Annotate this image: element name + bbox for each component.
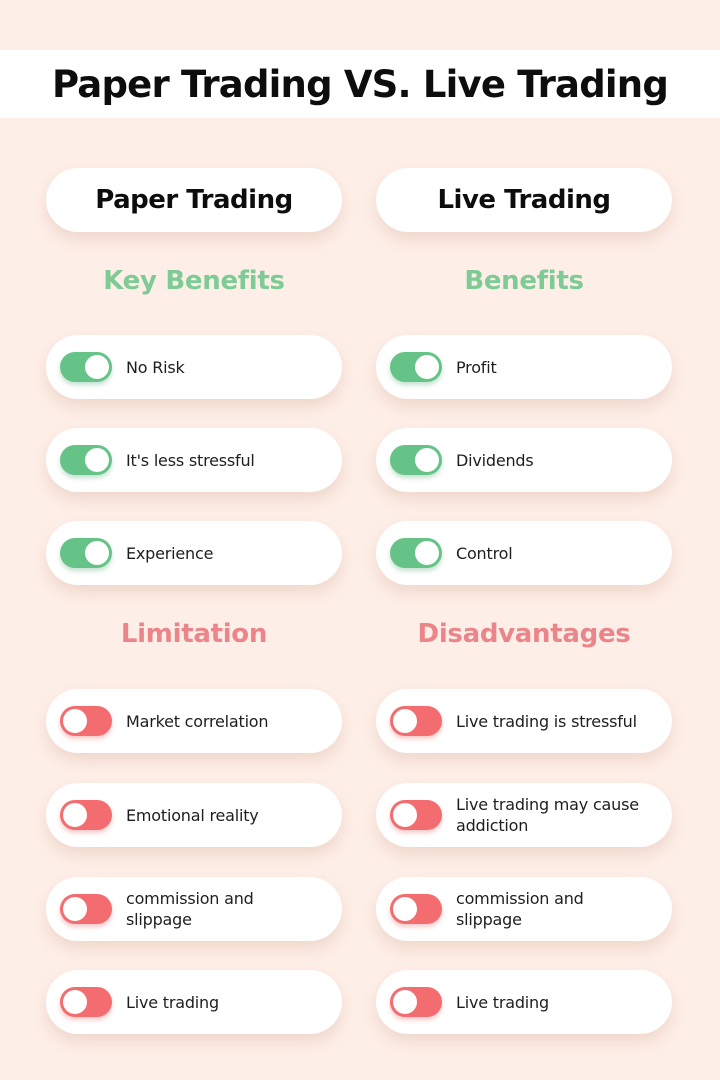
list-item: Market correlation — [46, 689, 342, 753]
item-label: No Risk — [126, 357, 185, 377]
toggle-off-icon[interactable] — [390, 706, 442, 736]
toggle-on-icon[interactable] — [60, 538, 112, 568]
toggle-knob — [393, 990, 417, 1014]
toggle-on-icon[interactable] — [390, 445, 442, 475]
item-label: Market correlation — [126, 711, 269, 731]
toggle-off-icon[interactable] — [390, 800, 442, 830]
item-label: commission and slippage — [126, 889, 254, 929]
item-label: commission and slippage — [456, 889, 584, 929]
benefits-heading: Key Benefits — [103, 266, 285, 296]
list-item: No Risk — [46, 335, 342, 399]
drawbacks-heading: Limitation — [120, 619, 268, 649]
toggle-knob — [63, 709, 87, 733]
column-header-pill: Paper Trading — [46, 168, 342, 232]
toggle-off-icon[interactable] — [60, 706, 112, 736]
item-label: Live trading may cause addiction — [456, 795, 639, 835]
list-item: Control — [376, 521, 672, 585]
toggle-off-icon[interactable] — [60, 894, 112, 924]
drawbacks-heading: Disadvantages — [417, 619, 631, 649]
toggle-on-icon[interactable] — [60, 445, 112, 475]
benefits-heading: Benefits — [464, 266, 584, 296]
toggle-on-icon[interactable] — [390, 352, 442, 382]
item-label: Live trading is stressful — [456, 711, 637, 731]
column-header-pill: Live Trading — [376, 168, 672, 232]
page-title: Paper Trading VS. Live Trading — [51, 62, 669, 106]
list-item: Experience — [46, 521, 342, 585]
item-label: It's less stressful — [126, 450, 255, 470]
list-item: commission and slippage — [46, 877, 342, 941]
toggle-knob — [393, 897, 417, 921]
toggle-off-icon[interactable] — [390, 894, 442, 924]
toggle-off-icon[interactable] — [60, 987, 112, 1017]
toggle-knob — [85, 448, 109, 472]
column-header: Paper Trading — [95, 185, 293, 215]
list-item: commission and slippage — [376, 877, 672, 941]
toggle-off-icon[interactable] — [60, 800, 112, 830]
toggle-on-icon[interactable] — [390, 538, 442, 568]
toggle-knob — [63, 990, 87, 1014]
list-item: Live trading may cause addiction — [376, 783, 672, 847]
list-item: Live trading is stressful — [376, 689, 672, 753]
title-banner: Paper Trading VS. Live Trading — [0, 50, 720, 118]
list-item: Live trading — [46, 970, 342, 1034]
list-item: It's less stressful — [46, 428, 342, 492]
toggle-knob — [415, 355, 439, 379]
list-item: Emotional reality — [46, 783, 342, 847]
toggle-knob — [63, 897, 87, 921]
toggle-knob — [85, 541, 109, 565]
item-label: Live trading — [456, 992, 549, 1012]
column-header: Live Trading — [437, 185, 611, 215]
list-item: Profit — [376, 335, 672, 399]
toggle-knob — [393, 803, 417, 827]
toggle-off-icon[interactable] — [390, 987, 442, 1017]
item-label: Profit — [456, 357, 497, 377]
toggle-knob — [415, 541, 439, 565]
toggle-knob — [393, 709, 417, 733]
item-label: Dividends — [456, 450, 534, 470]
toggle-on-icon[interactable] — [60, 352, 112, 382]
list-item: Dividends — [376, 428, 672, 492]
item-label: Live trading — [126, 992, 219, 1012]
item-label: Control — [456, 543, 513, 563]
item-label: Emotional reality — [126, 805, 259, 825]
item-label: Experience — [126, 543, 214, 563]
toggle-knob — [415, 448, 439, 472]
list-item: Live trading — [376, 970, 672, 1034]
toggle-knob — [63, 803, 87, 827]
toggle-knob — [85, 355, 109, 379]
